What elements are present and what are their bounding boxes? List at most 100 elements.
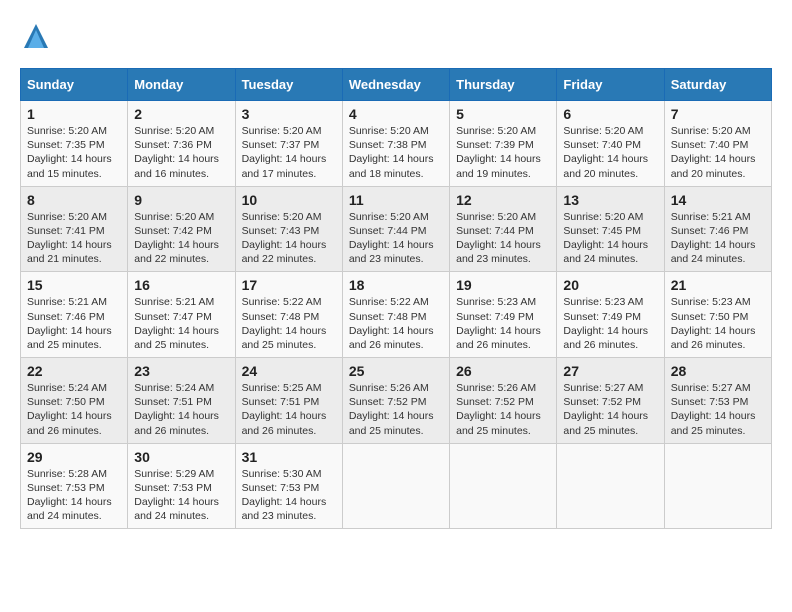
day-info: Sunrise: 5:20 AM Sunset: 7:37 PM Dayligh… <box>242 124 336 181</box>
header-cell-sunday: Sunday <box>21 69 128 101</box>
daylight-text: Daylight: 14 hours and 26 minutes. <box>563 325 648 351</box>
sunset-text: Sunset: 7:53 PM <box>671 396 749 408</box>
sunset-text: Sunset: 7:40 PM <box>563 139 641 151</box>
day-info: Sunrise: 5:22 AM Sunset: 7:48 PM Dayligh… <box>242 295 336 352</box>
sunset-text: Sunset: 7:52 PM <box>456 396 534 408</box>
sunrise-text: Sunrise: 5:24 AM <box>134 382 214 394</box>
daylight-text: Daylight: 14 hours and 22 minutes. <box>134 239 219 265</box>
daylight-text: Daylight: 14 hours and 26 minutes. <box>134 410 219 436</box>
daylight-text: Daylight: 14 hours and 17 minutes. <box>242 153 327 179</box>
day-number: 25 <box>349 363 443 379</box>
day-info: Sunrise: 5:30 AM Sunset: 7:53 PM Dayligh… <box>242 467 336 524</box>
day-info: Sunrise: 5:23 AM Sunset: 7:49 PM Dayligh… <box>563 295 657 352</box>
sunset-text: Sunset: 7:53 PM <box>242 482 320 494</box>
day-number: 17 <box>242 277 336 293</box>
day-number: 3 <box>242 106 336 122</box>
day-cell-1: 1 Sunrise: 5:20 AM Sunset: 7:35 PM Dayli… <box>21 101 128 187</box>
day-info: Sunrise: 5:24 AM Sunset: 7:50 PM Dayligh… <box>27 381 121 438</box>
day-info: Sunrise: 5:20 AM Sunset: 7:36 PM Dayligh… <box>134 124 228 181</box>
day-number: 19 <box>456 277 550 293</box>
day-info: Sunrise: 5:23 AM Sunset: 7:50 PM Dayligh… <box>671 295 765 352</box>
daylight-text: Daylight: 14 hours and 25 minutes. <box>242 325 327 351</box>
daylight-text: Daylight: 14 hours and 24 minutes. <box>134 496 219 522</box>
day-cell-13: 13 Sunrise: 5:20 AM Sunset: 7:45 PM Dayl… <box>557 186 664 272</box>
week-row-5: 29 Sunrise: 5:28 AM Sunset: 7:53 PM Dayl… <box>21 443 772 529</box>
day-info: Sunrise: 5:20 AM Sunset: 7:40 PM Dayligh… <box>563 124 657 181</box>
day-number: 21 <box>671 277 765 293</box>
daylight-text: Daylight: 14 hours and 25 minutes. <box>671 410 756 436</box>
daylight-text: Daylight: 14 hours and 23 minutes. <box>242 496 327 522</box>
sunrise-text: Sunrise: 5:20 AM <box>27 125 107 137</box>
sunrise-text: Sunrise: 5:21 AM <box>134 296 214 308</box>
day-number: 10 <box>242 192 336 208</box>
sunrise-text: Sunrise: 5:28 AM <box>27 468 107 480</box>
sunrise-text: Sunrise: 5:21 AM <box>671 211 751 223</box>
daylight-text: Daylight: 14 hours and 24 minutes. <box>27 496 112 522</box>
sunrise-text: Sunrise: 5:29 AM <box>134 468 214 480</box>
sunset-text: Sunset: 7:47 PM <box>134 311 212 323</box>
header-cell-tuesday: Tuesday <box>235 69 342 101</box>
daylight-text: Daylight: 14 hours and 21 minutes. <box>27 239 112 265</box>
day-cell-2: 2 Sunrise: 5:20 AM Sunset: 7:36 PM Dayli… <box>128 101 235 187</box>
day-number: 28 <box>671 363 765 379</box>
day-number: 14 <box>671 192 765 208</box>
day-number: 4 <box>349 106 443 122</box>
sunrise-text: Sunrise: 5:21 AM <box>27 296 107 308</box>
sunrise-text: Sunrise: 5:22 AM <box>242 296 322 308</box>
day-cell-10: 10 Sunrise: 5:20 AM Sunset: 7:43 PM Dayl… <box>235 186 342 272</box>
day-cell-29: 29 Sunrise: 5:28 AM Sunset: 7:53 PM Dayl… <box>21 443 128 529</box>
sunrise-text: Sunrise: 5:20 AM <box>242 125 322 137</box>
day-info: Sunrise: 5:21 AM Sunset: 7:46 PM Dayligh… <box>671 210 765 267</box>
day-info: Sunrise: 5:20 AM Sunset: 7:39 PM Dayligh… <box>456 124 550 181</box>
day-cell-12: 12 Sunrise: 5:20 AM Sunset: 7:44 PM Dayl… <box>450 186 557 272</box>
sunset-text: Sunset: 7:53 PM <box>134 482 212 494</box>
sunrise-text: Sunrise: 5:25 AM <box>242 382 322 394</box>
sunrise-text: Sunrise: 5:27 AM <box>563 382 643 394</box>
day-number: 16 <box>134 277 228 293</box>
day-number: 11 <box>349 192 443 208</box>
day-number: 30 <box>134 449 228 465</box>
sunset-text: Sunset: 7:37 PM <box>242 139 320 151</box>
day-cell-26: 26 Sunrise: 5:26 AM Sunset: 7:52 PM Dayl… <box>450 358 557 444</box>
day-cell-22: 22 Sunrise: 5:24 AM Sunset: 7:50 PM Dayl… <box>21 358 128 444</box>
day-cell-17: 17 Sunrise: 5:22 AM Sunset: 7:48 PM Dayl… <box>235 272 342 358</box>
sunrise-text: Sunrise: 5:27 AM <box>671 382 751 394</box>
day-cell-14: 14 Sunrise: 5:21 AM Sunset: 7:46 PM Dayl… <box>664 186 771 272</box>
day-info: Sunrise: 5:20 AM Sunset: 7:44 PM Dayligh… <box>456 210 550 267</box>
week-row-3: 15 Sunrise: 5:21 AM Sunset: 7:46 PM Dayl… <box>21 272 772 358</box>
sunset-text: Sunset: 7:40 PM <box>671 139 749 151</box>
day-info: Sunrise: 5:20 AM Sunset: 7:44 PM Dayligh… <box>349 210 443 267</box>
header-cell-monday: Monday <box>128 69 235 101</box>
day-info: Sunrise: 5:23 AM Sunset: 7:49 PM Dayligh… <box>456 295 550 352</box>
sunrise-text: Sunrise: 5:20 AM <box>134 125 214 137</box>
day-number: 8 <box>27 192 121 208</box>
sunset-text: Sunset: 7:46 PM <box>27 311 105 323</box>
header-cell-wednesday: Wednesday <box>342 69 449 101</box>
daylight-text: Daylight: 14 hours and 25 minutes. <box>27 325 112 351</box>
sunset-text: Sunset: 7:49 PM <box>563 311 641 323</box>
week-row-2: 8 Sunrise: 5:20 AM Sunset: 7:41 PM Dayli… <box>21 186 772 272</box>
sunset-text: Sunset: 7:45 PM <box>563 225 641 237</box>
week-row-4: 22 Sunrise: 5:24 AM Sunset: 7:50 PM Dayl… <box>21 358 772 444</box>
sunrise-text: Sunrise: 5:20 AM <box>563 211 643 223</box>
day-info: Sunrise: 5:20 AM Sunset: 7:41 PM Dayligh… <box>27 210 121 267</box>
day-cell-28: 28 Sunrise: 5:27 AM Sunset: 7:53 PM Dayl… <box>664 358 771 444</box>
day-number: 13 <box>563 192 657 208</box>
header <box>20 20 772 52</box>
header-row: SundayMondayTuesdayWednesdayThursdayFrid… <box>21 69 772 101</box>
day-number: 22 <box>27 363 121 379</box>
day-info: Sunrise: 5:27 AM Sunset: 7:52 PM Dayligh… <box>563 381 657 438</box>
sunset-text: Sunset: 7:35 PM <box>27 139 105 151</box>
day-info: Sunrise: 5:20 AM Sunset: 7:38 PM Dayligh… <box>349 124 443 181</box>
sunset-text: Sunset: 7:49 PM <box>456 311 534 323</box>
day-cell-5: 5 Sunrise: 5:20 AM Sunset: 7:39 PM Dayli… <box>450 101 557 187</box>
sunrise-text: Sunrise: 5:26 AM <box>349 382 429 394</box>
day-cell-20: 20 Sunrise: 5:23 AM Sunset: 7:49 PM Dayl… <box>557 272 664 358</box>
sunset-text: Sunset: 7:46 PM <box>671 225 749 237</box>
sunrise-text: Sunrise: 5:30 AM <box>242 468 322 480</box>
header-cell-thursday: Thursday <box>450 69 557 101</box>
day-info: Sunrise: 5:29 AM Sunset: 7:53 PM Dayligh… <box>134 467 228 524</box>
sunset-text: Sunset: 7:44 PM <box>456 225 534 237</box>
sunset-text: Sunset: 7:36 PM <box>134 139 212 151</box>
daylight-text: Daylight: 14 hours and 26 minutes. <box>456 325 541 351</box>
